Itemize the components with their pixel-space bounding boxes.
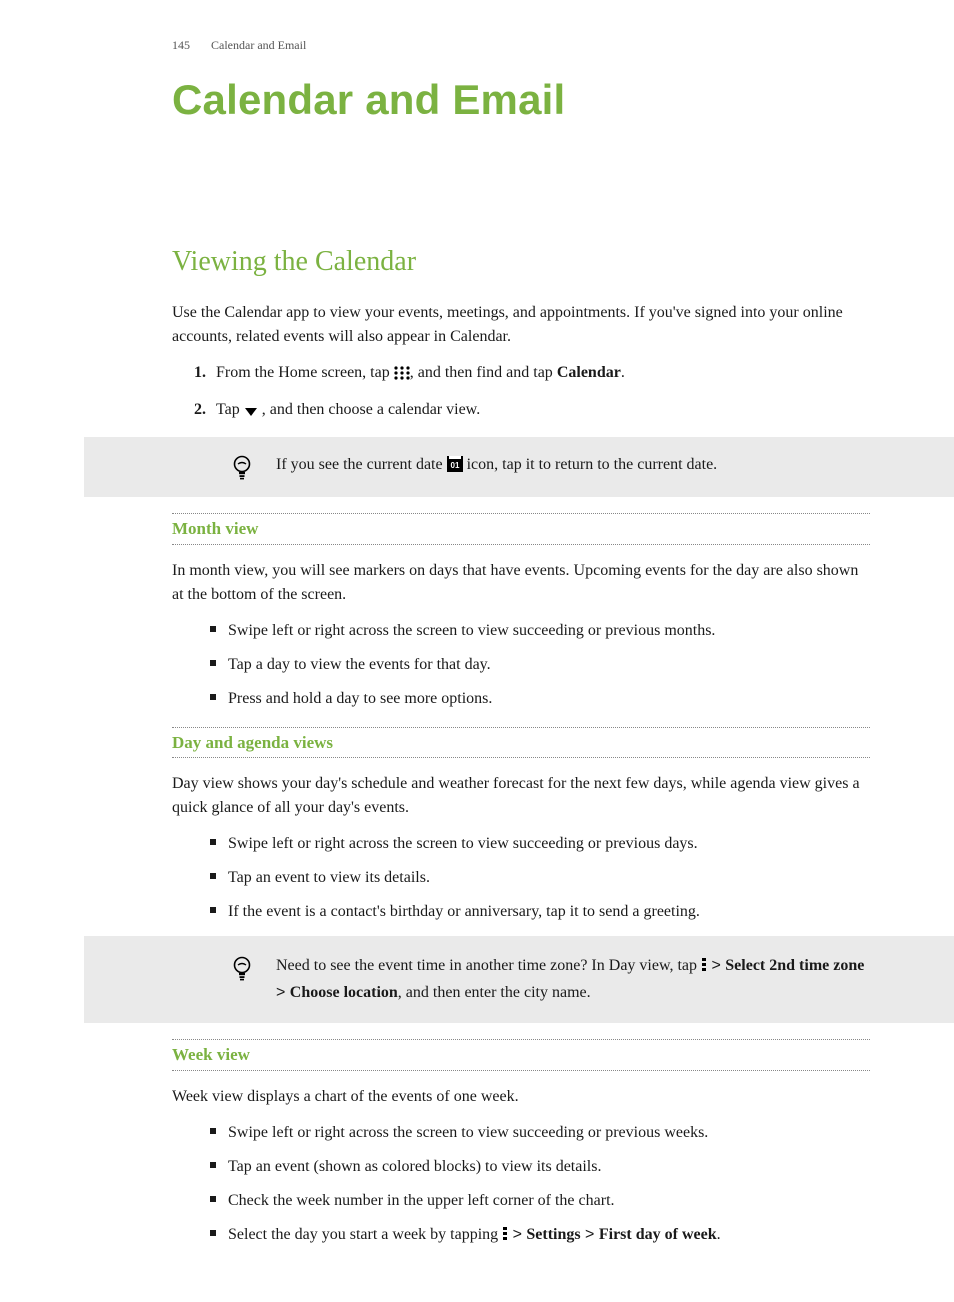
list-item: Swipe left or right across the screen to… xyxy=(210,619,870,643)
list-item: Tap an event to view its details. xyxy=(210,866,870,890)
section-heading: Viewing the Calendar xyxy=(172,241,870,283)
steps-list: From the Home screen, tap , and then fin… xyxy=(172,361,870,425)
tip-bulb-icon xyxy=(232,956,252,982)
subheading-week: Week view xyxy=(172,1039,870,1071)
month-bullets: Swipe left or right across the screen to… xyxy=(172,619,870,711)
month-paragraph: In month view, you will see markers on d… xyxy=(172,559,870,607)
divider xyxy=(172,513,870,514)
tip-callout-1: If you see the current date 01 icon, tap… xyxy=(84,437,954,497)
subheading-label: Month view xyxy=(172,516,870,542)
divider xyxy=(172,1070,870,1071)
document-page: 145 Calendar and Email Calendar and Emai… xyxy=(0,0,954,1302)
list-item: If the event is a contact's birthday or … xyxy=(210,900,870,924)
step-1: From the Home screen, tap , and then fin… xyxy=(210,361,870,388)
current-date-icon: 01 xyxy=(447,456,463,480)
divider xyxy=(172,757,870,758)
list-item: Swipe left or right across the screen to… xyxy=(210,832,870,856)
day-paragraph: Day view shows your day's schedule and w… xyxy=(172,772,870,820)
tip-bulb-icon xyxy=(232,455,252,481)
list-item: Tap a day to view the events for that da… xyxy=(210,653,870,677)
tip-text: Need to see the event time in another ti… xyxy=(276,954,870,1005)
week-bullets: Swipe left or right across the screen to… xyxy=(172,1121,870,1250)
step-2: Tap , and then choose a calendar view. xyxy=(210,398,870,425)
subheading-month: Month view xyxy=(172,513,870,545)
divider xyxy=(172,544,870,545)
week-paragraph: Week view displays a chart of the events… xyxy=(172,1085,870,1109)
list-item: Check the week number in the upper left … xyxy=(210,1189,870,1213)
divider xyxy=(172,727,870,728)
running-header: 145 Calendar and Email xyxy=(172,36,870,54)
dropdown-triangle-icon xyxy=(244,401,258,425)
running-title: Calendar and Email xyxy=(211,38,306,52)
subheading-day: Day and agenda views xyxy=(172,727,870,759)
tip-callout-2: Need to see the event time in another ti… xyxy=(84,936,954,1023)
list-item: Swipe left or right across the screen to… xyxy=(210,1121,870,1145)
day-bullets: Swipe left or right across the screen to… xyxy=(172,832,870,924)
svg-text:01: 01 xyxy=(450,461,459,470)
apps-grid-icon xyxy=(394,364,410,388)
tip-text: If you see the current date 01 icon, tap… xyxy=(276,453,870,480)
divider xyxy=(172,1039,870,1040)
page-number: 145 xyxy=(172,38,190,52)
list-item: Press and hold a day to see more options… xyxy=(210,687,870,711)
content-region: Use the Calendar app to view your events… xyxy=(172,301,870,1250)
intro-paragraph: Use the Calendar app to view your events… xyxy=(172,301,870,349)
page-title: Calendar and Email xyxy=(172,68,870,131)
list-item: Select the day you start a week by tappi… xyxy=(210,1223,870,1250)
subheading-label: Week view xyxy=(172,1042,870,1068)
list-item: Tap an event (shown as colored blocks) t… xyxy=(210,1155,870,1179)
subheading-label: Day and agenda views xyxy=(172,730,870,756)
